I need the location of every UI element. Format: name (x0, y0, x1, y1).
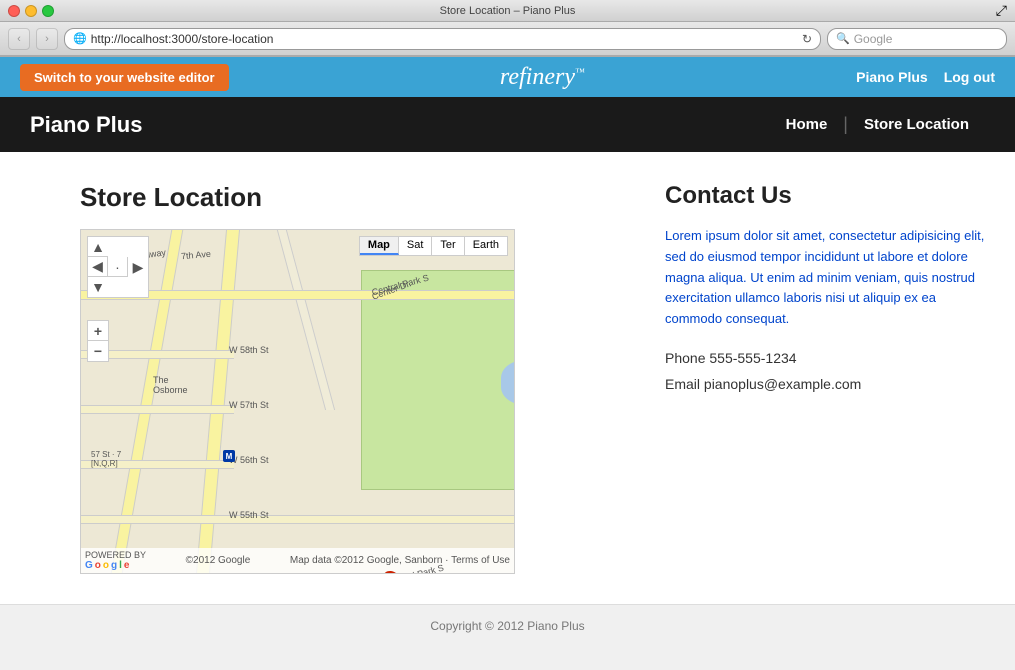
powered-by-text: POWERED BY (85, 550, 146, 560)
phone-label: Phone (665, 350, 705, 366)
nav-store-location[interactable]: Store Location (848, 116, 985, 133)
forward-button[interactable]: › (36, 28, 58, 50)
map-tab-ter[interactable]: Ter (432, 237, 464, 255)
footer-copyright: Copyright © 2012 Piano Plus (430, 619, 584, 633)
phone-number: 555-555-1234 (709, 350, 796, 366)
map-container[interactable]: Map Sat Ter Earth ▲ ◀ · ▶ ▼ + − (80, 229, 515, 574)
label-55th-st: W 55th St (229, 510, 269, 520)
email-label: Email (665, 376, 700, 392)
road-57th-st (81, 405, 234, 414)
map-footer: POWERED BY Google ©2012 Google Map data … (81, 548, 514, 573)
map-data-text: Map data ©2012 Google, Sanborn · Terms o… (290, 555, 510, 566)
zoom-out[interactable]: − (88, 341, 108, 361)
pan-down[interactable]: ▼ (88, 277, 108, 297)
nav-home[interactable]: Home (770, 116, 844, 133)
search-input[interactable]: Google (854, 32, 893, 46)
map-tabs: Map Sat Ter Earth (359, 236, 508, 256)
cms-piano-plus-link[interactable]: Piano Plus (856, 69, 928, 85)
refinery-logo: refinery™ (500, 64, 585, 91)
map-tab-sat[interactable]: Sat (399, 237, 433, 255)
globe-icon: 🌐 (73, 32, 87, 45)
site-nav: Home | Store Location (770, 114, 985, 135)
contact-description: Lorem ipsum dolor sit amet, consectetur … (665, 226, 985, 330)
map-marker-a (381, 570, 403, 573)
cms-nav: Piano Plus Log out (856, 69, 995, 85)
switch-editor-button[interactable]: Switch to your website editor (20, 64, 229, 91)
site-title: Piano Plus (30, 112, 142, 138)
label-osborne: TheOsborne (153, 375, 188, 395)
contact-phone: Phone 555-555-1234 (665, 350, 985, 366)
pan-up[interactable]: ▲ (88, 237, 108, 257)
site-footer: Copyright © 2012 Piano Plus (0, 604, 1015, 647)
road-center-drive (277, 230, 335, 410)
map-tab-map[interactable]: Map (360, 237, 399, 255)
address-bar[interactable]: 🌐 http://localhost:3000/store-location ↻ (64, 28, 821, 50)
maximize-button[interactable] (42, 5, 54, 17)
map-copyright-text: ©2012 Google (186, 555, 251, 566)
map-tab-earth[interactable]: Earth (465, 237, 507, 255)
label-7th-ave: 7th Ave (181, 249, 212, 262)
subway-m-marker: M (223, 450, 235, 462)
traffic-lights (8, 5, 54, 17)
search-icon: 🔍 (836, 32, 850, 45)
label-57-st: 57 St · 7[N,Q,R] (91, 450, 121, 468)
cms-toolbar: Switch to your website editor refinery™ … (0, 57, 1015, 97)
window-title: Store Location – Piano Plus (440, 5, 576, 17)
pan-right[interactable]: ▶ (128, 257, 148, 277)
road-55th-st (81, 515, 514, 524)
close-button[interactable] (8, 5, 20, 17)
contact-title: Contact Us (665, 182, 985, 210)
cms-logout-link[interactable]: Log out (944, 69, 995, 85)
minimize-button[interactable] (25, 5, 37, 17)
google-logo: Google (85, 560, 146, 571)
site-header: Piano Plus Home | Store Location (0, 97, 1015, 152)
label-57th-st: W 57th St (229, 400, 269, 410)
contact-section: Contact Us Lorem ipsum dolor sit amet, c… (665, 182, 985, 574)
zoom-in[interactable]: + (88, 321, 108, 341)
park-area (361, 270, 514, 490)
map-pan-controls: ▲ ◀ · ▶ ▼ (87, 236, 149, 298)
browser-toolbar: ‹ › 🌐 http://localhost:3000/store-locati… (0, 22, 1015, 56)
map-zoom-controls: + − (87, 320, 109, 362)
page-title: Store Location (80, 182, 605, 213)
email-address: pianoplus@example.com (704, 376, 861, 392)
pan-center[interactable]: · (108, 257, 128, 277)
pan-left[interactable]: ◀ (88, 257, 108, 277)
url-display: http://localhost:3000/store-location (91, 32, 798, 46)
window-expand[interactable]: ⤢ (996, 2, 1007, 19)
refresh-button[interactable]: ↻ (802, 32, 812, 46)
left-section: Store Location Map Sat Ter Earth ▲ ◀ · ▶… (80, 182, 605, 574)
label-58th-st: W 58th St (229, 345, 269, 355)
powered-by-google: POWERED BY Google (85, 550, 146, 571)
contact-email: Email pianoplus@example.com (665, 376, 985, 392)
main-content: Store Location Map Sat Ter Earth ▲ ◀ · ▶… (0, 152, 1015, 604)
browser-chrome: Store Location – Piano Plus ⤢ ‹ › 🌐 http… (0, 0, 1015, 57)
search-bar[interactable]: 🔍 Google (827, 28, 1007, 50)
back-button[interactable]: ‹ (8, 28, 30, 50)
title-bar: Store Location – Piano Plus ⤢ (0, 0, 1015, 22)
